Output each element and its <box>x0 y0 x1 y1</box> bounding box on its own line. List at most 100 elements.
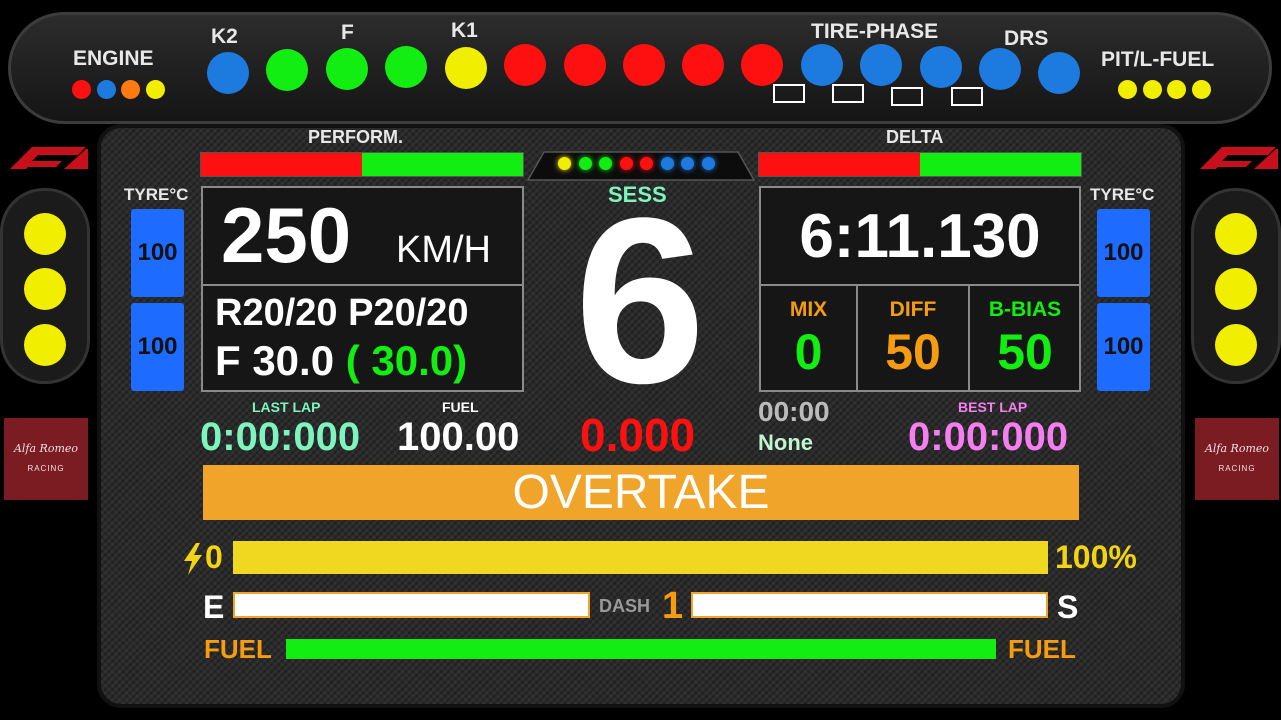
shift-led <box>801 44 843 86</box>
shift-led <box>1038 52 1080 94</box>
perform-bar <box>200 152 524 177</box>
shift-led <box>385 46 427 88</box>
engine-led <box>121 80 140 99</box>
f-label: F <box>341 21 354 44</box>
fuel-bar-right-label: FUEL <box>1008 634 1076 664</box>
laptime-panel: 6:11.130 MIX 0 DIFF 50 B-BIAS 50 <box>759 186 1081 392</box>
fuel-bar <box>286 639 996 659</box>
setup-f-line: F 30.0 ( 30.0) <box>215 338 467 384</box>
alfa-romeo-logo: Alfa Romeo RACING <box>4 418 88 500</box>
right-pod-led <box>1215 213 1257 255</box>
p-value: 20/20 <box>373 292 469 334</box>
panel-divider <box>203 284 522 286</box>
lightning-icon <box>184 543 202 575</box>
best-lap-label: BEST LAP <box>958 399 1028 415</box>
tire-phase-label: TIRE-PHASE <box>811 20 939 43</box>
f-paren: ( <box>345 337 360 384</box>
shift-led <box>979 48 1021 90</box>
perform-bar-fill <box>201 153 362 176</box>
shift-led <box>266 49 308 91</box>
dash-s-label: S <box>1057 589 1079 625</box>
last-lap-value: 0:00:000 <box>200 415 361 459</box>
speed-panel: 250 KM/H R20/20 P20/20 F 30.0 ( 30.0) <box>201 186 524 392</box>
top-led-bar: ENGINE K2 F K1 TIRE-PHASE DRS PIT/L-FUEL <box>8 12 1272 124</box>
engine-label: ENGINE <box>73 47 154 70</box>
overtake-banner: OVERTAKE <box>203 465 1079 520</box>
p-label: P <box>348 292 374 334</box>
timer-sub: None <box>758 430 813 455</box>
perform-label: PERFORM. <box>308 127 404 147</box>
left-pod-led <box>24 268 66 310</box>
f-target-value: 30.0) <box>371 337 468 384</box>
best-lap-value: 0:00:000 <box>908 415 1069 459</box>
left-pod-led <box>24 324 66 366</box>
k1-label: K1 <box>451 19 478 42</box>
shift-led <box>504 44 546 86</box>
drs-label: DRS <box>1004 27 1049 50</box>
current-laptime: 6:11.130 <box>799 202 1041 271</box>
left-indicator-pod <box>0 188 90 384</box>
dash-value: 1 <box>662 585 684 627</box>
pit-led <box>1142 80 1162 99</box>
shift-led <box>207 52 249 94</box>
timer-value: 00:00 <box>758 396 830 427</box>
tire-phase-box <box>891 87 923 106</box>
right-pod-led <box>1215 324 1257 366</box>
bbias-value: 50 <box>997 324 1053 380</box>
f1-logo-icon <box>1200 147 1278 169</box>
pit-led <box>1167 80 1186 99</box>
panel-divider <box>761 284 1079 286</box>
shift-led <box>860 44 902 86</box>
ers-min-label: 0 <box>205 539 223 575</box>
r-label: R <box>215 292 243 334</box>
delta-value: 0.000 <box>580 409 696 461</box>
shift-led <box>741 44 783 86</box>
right-indicator-pod <box>1191 188 1281 384</box>
speed-unit: KM/H <box>396 229 491 271</box>
speed-value: 250 <box>221 191 352 279</box>
engine-led <box>145 80 165 99</box>
tyre-temp-label-left: TYRE°C <box>124 185 189 204</box>
fuel-info-value: 100.00 <box>397 415 520 459</box>
k2-label: K2 <box>211 25 238 48</box>
dash-label: DASH <box>599 596 651 616</box>
dash-e-label: E <box>203 589 225 625</box>
f-label: F <box>215 337 241 384</box>
delta-label: DELTA <box>886 127 944 147</box>
pit-fuel-label: PIT/L-FUEL <box>1101 48 1215 71</box>
right-pod-led <box>1215 268 1257 310</box>
shift-led <box>682 44 724 86</box>
shift-led <box>326 48 368 90</box>
gear-display: 6 <box>574 169 706 433</box>
f-value: 30.0 <box>252 337 335 384</box>
shift-led <box>564 44 606 86</box>
tyre-temp-rear-left: 100 <box>131 303 184 391</box>
dash-bar-left <box>233 592 590 618</box>
tyre-temp-rear-right: 100 <box>1097 303 1150 391</box>
shift-led <box>445 47 487 89</box>
tire-phase-box <box>951 87 983 106</box>
tyre-temp-label-right: TYRE°C <box>1090 185 1155 204</box>
tyre-temp-front-left: 100 <box>131 209 184 297</box>
fuel-info-label: FUEL <box>442 399 479 415</box>
shift-led <box>623 44 665 86</box>
left-pod-led <box>24 213 66 255</box>
r-value: 20/20 <box>242 292 338 334</box>
fuel-bar-fill <box>286 639 996 659</box>
alfa-romeo-logo: Alfa Romeo RACING <box>1195 418 1279 500</box>
fuel-bar-left-label: FUEL <box>204 634 272 664</box>
center-led <box>558 157 571 170</box>
tire-phase-box <box>832 84 864 103</box>
ers-max-label: 100% <box>1055 539 1137 575</box>
diff-label: DIFF <box>889 298 937 321</box>
engine-led <box>96 80 116 99</box>
ers-bar <box>233 541 1048 574</box>
setup-rp-line: R20/20 P20/20 <box>215 292 469 334</box>
f1-logo-icon <box>10 147 88 169</box>
bbias-label: B-BIAS <box>988 298 1062 321</box>
ers-bar-fill <box>233 541 1048 574</box>
shift-led <box>920 46 962 88</box>
pit-led <box>1118 80 1137 99</box>
delta-bar-fill <box>759 153 920 176</box>
diff-value: 50 <box>885 324 941 380</box>
